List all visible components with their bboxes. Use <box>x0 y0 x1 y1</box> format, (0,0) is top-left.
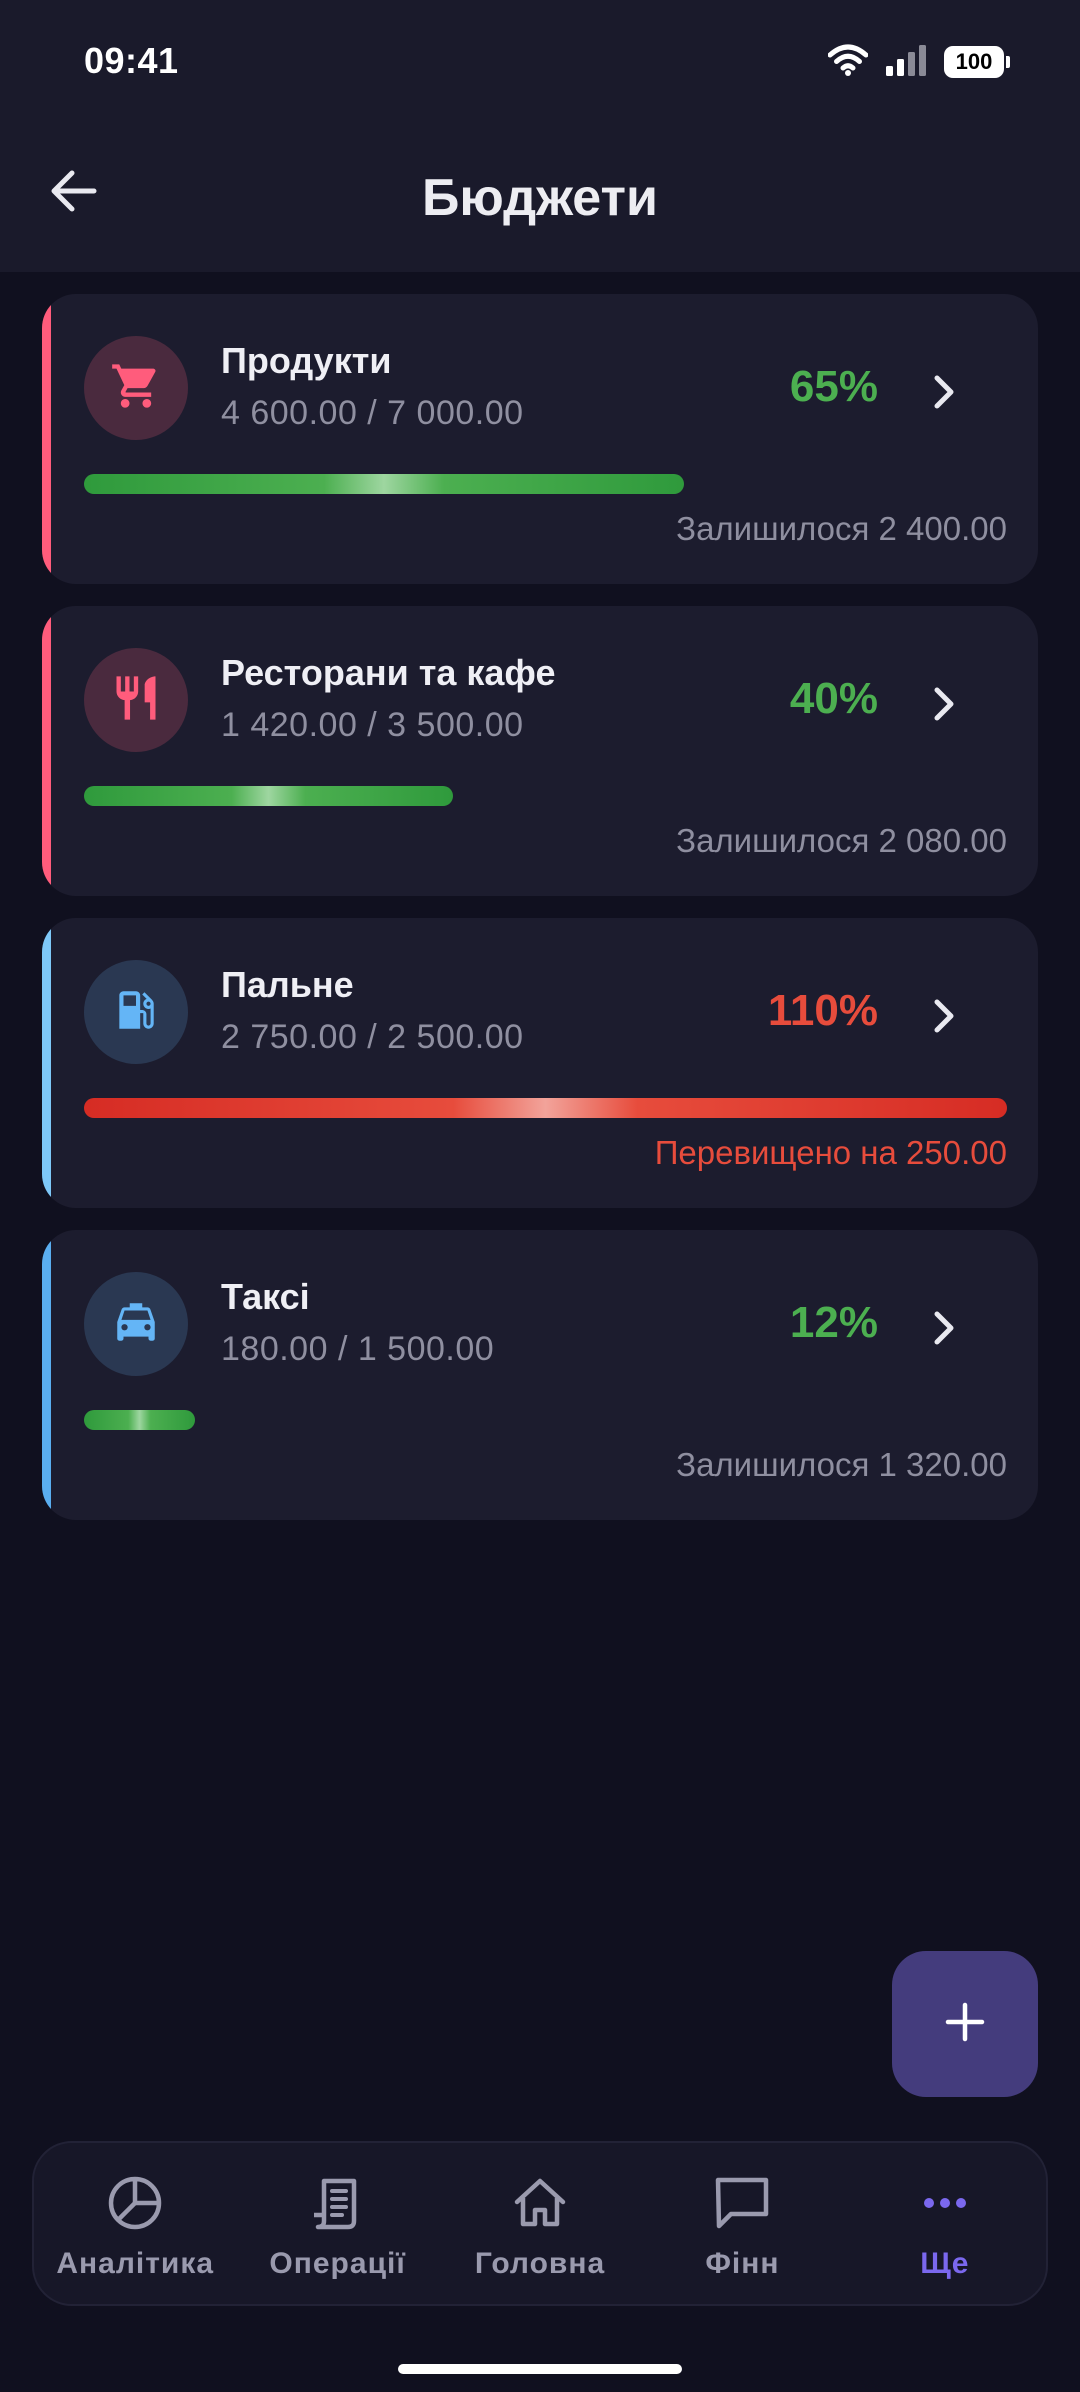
nav-item-operations[interactable]: Операції <box>236 2143 438 2304</box>
nav-label: Ще <box>920 2247 970 2280</box>
budget-remaining: Залишилося 1 320.00 <box>676 1446 1007 1483</box>
battery-indicator: 100 <box>944 46 1010 78</box>
more-icon <box>915 2173 975 2233</box>
add-budget-button[interactable] <box>892 1951 1038 2097</box>
card-accent-stripe <box>42 918 51 1208</box>
status-time: 09:41 <box>84 40 179 81</box>
chevron-right-icon <box>922 1306 966 1350</box>
budget-card[interactable]: Продукти 4 600.00 / 7 000.00 65% Залишил… <box>42 294 1038 584</box>
budget-list: Продукти 4 600.00 / 7 000.00 65% Залишил… <box>42 294 1038 1542</box>
nav-item-more[interactable]: Ще <box>844 2143 1046 2304</box>
budget-exceeded: Перевищено на 250.00 <box>654 1134 1007 1171</box>
budget-card[interactable]: Пальне 2 750.00 / 2 500.00 110% Перевище… <box>42 918 1038 1208</box>
budget-card[interactable]: Ресторани та кафе 1 420.00 / 3 500.00 40… <box>42 606 1038 896</box>
budget-progress-fill <box>84 474 684 494</box>
budget-remaining: Залишилося 2 080.00 <box>676 822 1007 859</box>
receipt-icon <box>308 2173 368 2233</box>
budget-amount: 180.00 / 1 500.00 <box>221 1330 495 1368</box>
budget-name: Продукти <box>221 340 392 381</box>
card-accent-stripe <box>42 606 51 896</box>
home-icon <box>510 2173 570 2233</box>
nav-item-finn[interactable]: Фінн <box>641 2143 843 2304</box>
budget-progress-fill <box>84 1098 1007 1118</box>
nav-label: Аналітика <box>56 2247 215 2280</box>
budget-card[interactable]: Таксі 180.00 / 1 500.00 12% Залишилося 1… <box>42 1230 1038 1520</box>
bottom-navigation: Аналітика Операції Головна Фінн Ще <box>32 2141 1048 2306</box>
chevron-right-icon <box>922 994 966 1038</box>
budget-name: Пальне <box>221 964 354 1005</box>
fuel-icon <box>111 985 161 1040</box>
card-accent-stripe <box>42 294 51 584</box>
pie-chart-icon <box>105 2173 165 2233</box>
chat-icon <box>712 2173 772 2233</box>
budget-remaining: Залишилося 2 400.00 <box>676 510 1007 547</box>
budget-amount: 1 420.00 / 3 500.00 <box>221 706 524 744</box>
taxi-icon <box>111 1297 161 1352</box>
budget-amount: 2 750.00 / 2 500.00 <box>221 1018 524 1056</box>
nav-label: Операції <box>269 2247 406 2280</box>
budget-progress-bar <box>84 1098 1007 1118</box>
plus-icon <box>945 2002 985 2047</box>
chevron-right-icon <box>922 682 966 726</box>
restaurant-icon <box>110 672 162 729</box>
budget-percent: 40% <box>789 674 878 723</box>
app-header: 09:41 100 Бюджети <box>0 0 1080 272</box>
chevron-right-icon <box>922 370 966 414</box>
category-icon-badge <box>84 648 188 752</box>
cart-icon <box>110 360 162 417</box>
budget-amount: 4 600.00 / 7 000.00 <box>221 394 524 432</box>
budget-progress-bar <box>84 786 1007 806</box>
category-icon-badge <box>84 960 188 1064</box>
budgets-screen: 09:41 100 Бюджети Продукти 4 600.00 / 7 … <box>0 0 1080 2392</box>
nav-item-home[interactable]: Головна <box>439 2143 641 2304</box>
budget-percent: 110% <box>767 986 878 1035</box>
wifi-icon <box>827 44 869 81</box>
page-title: Бюджети <box>422 169 658 227</box>
nav-item-analytics[interactable]: Аналітика <box>34 2143 236 2304</box>
category-icon-badge <box>84 1272 188 1376</box>
budget-progress-bar <box>84 474 1007 494</box>
budget-percent: 12% <box>789 1298 878 1347</box>
cellular-signal-icon <box>886 44 926 81</box>
budget-percent: 65% <box>789 362 878 411</box>
nav-label: Фінн <box>705 2247 780 2280</box>
budget-progress-bar <box>84 1410 1007 1430</box>
nav-label: Головна <box>474 2247 606 2280</box>
budget-name: Таксі <box>221 1276 310 1317</box>
status-icons: 100 <box>827 40 1010 84</box>
budget-progress-fill <box>84 786 454 806</box>
budget-name: Ресторани та кафе <box>221 652 556 693</box>
card-accent-stripe <box>42 1230 51 1520</box>
budget-progress-fill <box>84 1410 195 1430</box>
home-indicator[interactable] <box>398 2364 682 2374</box>
category-icon-badge <box>84 336 188 440</box>
